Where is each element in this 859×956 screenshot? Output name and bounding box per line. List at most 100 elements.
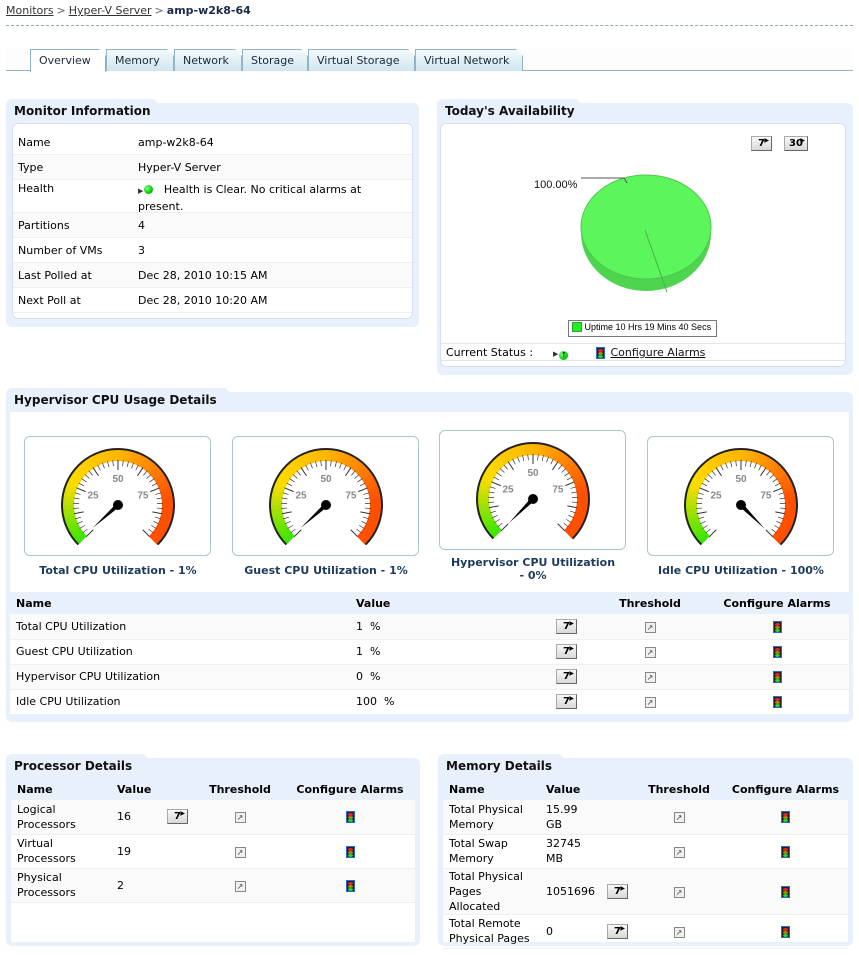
row-name: Physical Processors	[11, 868, 111, 903]
7-day-report-button[interactable]: 7 ▶	[607, 923, 628, 939]
info-row-last-polled: Last Polled at Dec 28, 2010 10:15 AM	[13, 263, 412, 288]
breadcrumb: Monitors > Hyper-V Server > amp-w2k8-64	[6, 4, 251, 17]
gauge-tick	[143, 470, 148, 476]
tab-virtual-storage[interactable]: Virtual Storage	[308, 49, 415, 71]
threshold-icon[interactable]: ↗	[673, 886, 685, 898]
gauge-tick	[142, 529, 151, 538]
gauge-tick	[774, 525, 780, 529]
info-row-vms: Number of VMs 3	[13, 238, 412, 263]
gauge-tick	[494, 519, 500, 523]
gauge-label: Total CPU Utilization - 1%	[39, 564, 197, 577]
threshold-icon[interactable]: ↗	[644, 621, 656, 633]
threshold-icon[interactable]: ↗	[644, 647, 656, 658]
header-value: Value	[111, 778, 161, 800]
7-day-report-button[interactable]: 7 ▶	[556, 644, 577, 659]
7-day-report-button[interactable]: 7 ▶	[167, 809, 188, 825]
gauge-tick-label: 50	[527, 468, 539, 479]
gauge-tick	[81, 478, 87, 483]
gauge-tick	[354, 474, 360, 479]
row-value: 19	[111, 834, 161, 869]
availability-panel: Today's Availability 7 ▶ 30 ▶ 100.00% Upti…	[437, 103, 853, 375]
arrow-icon: ▶	[569, 670, 574, 677]
gauge-tick	[151, 482, 158, 487]
threshold-icon[interactable]: ↗	[234, 846, 246, 858]
tab-network[interactable]: Network	[174, 49, 242, 71]
gauge-tick	[154, 516, 161, 520]
traffic-light-icon[interactable]	[596, 347, 605, 359]
gauge-tick	[522, 455, 525, 462]
threshold-icon[interactable]: ↗	[673, 846, 685, 858]
gauge-tick	[293, 529, 302, 538]
traffic-light-icon[interactable]	[772, 620, 782, 633]
breadcrumb-separator: >	[154, 4, 164, 17]
gauge-tick	[74, 492, 81, 495]
row-alarm-cell	[285, 800, 415, 835]
traffic-light-icon[interactable]	[781, 885, 790, 898]
traffic-light-icon[interactable]	[345, 879, 355, 892]
gauge-tick	[758, 464, 762, 471]
gauge-tick	[135, 464, 139, 471]
tab-virtual-network[interactable]: Virtual Network	[415, 49, 523, 71]
table-row: Total Physical Memory 15.99 GB ↗	[443, 800, 848, 835]
gauge-tick	[566, 519, 572, 523]
info-row-next-poll: Next Poll at Dec 28, 2010 10:20 AM	[13, 288, 412, 313]
table-row: Total Remote Physical Pages 0 7 ▶ ↗	[443, 914, 848, 949]
gauge-tick	[290, 528, 296, 534]
gauge-tick	[698, 516, 705, 520]
gauge-tick	[88, 470, 93, 476]
cpu-metrics-table: Name Value Threshold Configure Alarms To…	[10, 592, 849, 715]
tab-overview[interactable]: Overview	[30, 49, 106, 72]
gauge-tick	[363, 492, 370, 495]
row-alarm-cell	[285, 868, 415, 903]
row-threshold-cell: ↗	[195, 834, 285, 869]
gauge-tick	[292, 474, 298, 479]
traffic-light-icon[interactable]	[772, 671, 782, 683]
threshold-icon[interactable]: ↗	[673, 812, 685, 824]
breadcrumb-hyperv-server[interactable]: Hyper-V Server	[69, 4, 152, 17]
threshold-icon[interactable]: ↗	[673, 926, 685, 938]
7-day-report-button[interactable]: 7 ▶	[556, 618, 577, 634]
tab-memory[interactable]: Memory	[106, 49, 174, 71]
7-day-report-button[interactable]: 7 ▶	[607, 883, 628, 899]
gauge-tick-label: 75	[552, 485, 564, 496]
traffic-light-icon[interactable]	[345, 845, 355, 858]
gauge-tick	[148, 528, 154, 534]
traffic-light-icon[interactable]	[772, 646, 782, 658]
gauge-tick	[155, 492, 162, 495]
header-name: Name	[443, 778, 540, 800]
gauge-hub	[321, 500, 331, 510]
gauge-tick	[563, 522, 569, 528]
gauge-label: Hypervisor CPU Utilization - 0%	[450, 556, 616, 582]
breadcrumb-monitors[interactable]: Monitors	[6, 4, 54, 17]
health-clear-icon	[144, 185, 154, 194]
configure-alarms-link[interactable]: Configure Alarms	[611, 346, 706, 359]
table-header: Name Value Threshold Configure Alarms	[443, 778, 848, 800]
gauge-tick	[561, 468, 567, 473]
traffic-light-icon[interactable]	[781, 845, 790, 858]
threshold-icon[interactable]: ↗	[644, 672, 656, 683]
traffic-light-icon[interactable]	[772, 696, 782, 708]
gauge-tick	[350, 529, 359, 538]
threshold-icon[interactable]: ↗	[234, 812, 246, 824]
gauge-tick	[289, 478, 295, 483]
tab-storage[interactable]: Storage	[242, 49, 308, 71]
gauge-tick-label: 25	[295, 491, 307, 502]
gauge-tick	[558, 464, 563, 470]
7-day-report-button[interactable]: 7 ▶	[556, 669, 577, 684]
traffic-light-icon[interactable]	[781, 925, 790, 938]
traffic-light-icon[interactable]	[345, 811, 355, 824]
7-day-report-button[interactable]: 7 ▶	[556, 694, 577, 709]
gauge-tick	[546, 456, 549, 463]
threshold-icon[interactable]: ↗	[234, 880, 246, 892]
gauge-tick	[286, 482, 293, 487]
row-report-cell	[161, 834, 195, 869]
cpu-table-container: Name Value Threshold Configure Alarms To…	[10, 592, 849, 715]
arrow-icon: ▶	[620, 924, 625, 932]
header-threshold: Threshold	[195, 778, 285, 800]
traffic-light-icon[interactable]	[781, 811, 790, 824]
gauge-tick	[725, 462, 728, 469]
arrow-icon: ▶	[180, 810, 185, 818]
gauge-tick	[730, 461, 733, 468]
gauge-tick	[568, 515, 575, 519]
threshold-icon[interactable]: ↗	[644, 697, 656, 708]
